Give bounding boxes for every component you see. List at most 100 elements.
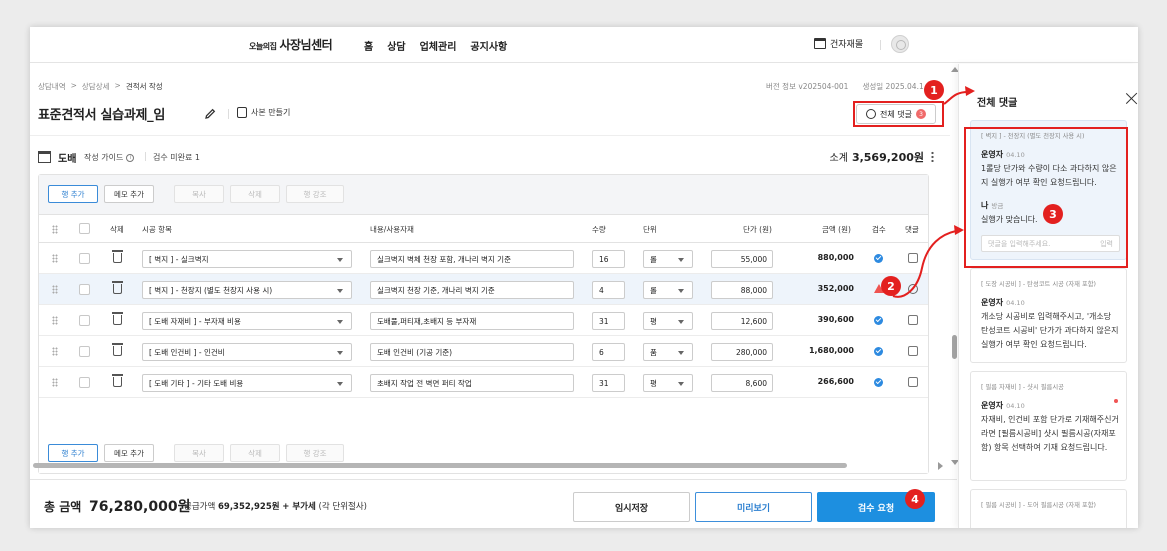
unit-price-input[interactable]: 8,600 — [711, 374, 773, 392]
quantity-input[interactable]: 6 — [592, 343, 625, 361]
material-mall-label: 건자재몰 — [830, 40, 864, 50]
unit-select[interactable]: 롤 — [643, 250, 693, 268]
unit-value: 평 — [650, 378, 657, 388]
close-icon[interactable] — [1125, 92, 1138, 105]
copy-row-button[interactable]: 복사 — [174, 444, 224, 462]
construction-item-select[interactable]: [ 도배 인건비 ] - 인건비 — [142, 343, 352, 361]
row-checkbox[interactable] — [79, 284, 90, 295]
scroll-thumb[interactable] — [952, 335, 957, 359]
scroll-thumb[interactable] — [33, 463, 847, 468]
make-copy-button[interactable]: 사본 만들기 — [237, 107, 290, 118]
table-row[interactable]: [ 도배 기타 ] - 기타 도배 비용 초배지 작업 전 벽면 퍼티 작업 3… — [39, 367, 928, 398]
edit-icon[interactable] — [908, 253, 918, 263]
construction-item-select[interactable]: [ 벽지 ] - 천장지 (별도 천장지 사용 시) — [142, 281, 352, 299]
select-all-checkbox[interactable] — [79, 223, 90, 234]
breadcrumb-item[interactable]: 상담상세 — [82, 81, 110, 92]
trash-icon[interactable] — [112, 312, 123, 325]
trash-icon[interactable] — [112, 343, 123, 356]
table-row[interactable]: [ 도배 인건비 ] - 인건비 도배 인건비 (기공 기준) 6 품 280,… — [39, 336, 928, 367]
horizontal-scrollbar[interactable] — [30, 462, 943, 470]
brand-logo[interactable]: 오늘의집 사장님센터 — [249, 36, 333, 53]
preview-button[interactable]: 미리보기 — [695, 492, 812, 522]
content-input[interactable]: 도배 인건비 (기공 기준) — [370, 343, 574, 361]
copy-row-button[interactable]: 복사 — [174, 185, 224, 203]
content-input[interactable]: 초배지 작업 전 벽면 퍼티 작업 — [370, 374, 574, 392]
drag-handle-icon[interactable] — [52, 316, 58, 325]
drag-handle-icon[interactable] — [52, 254, 58, 263]
quantity-input[interactable]: 4 — [592, 281, 625, 299]
scroll-right-icon[interactable] — [938, 462, 943, 470]
construction-item-value: [ 벽지 ] - 천장지 (별도 천장지 사용 시) — [149, 285, 273, 295]
unit-select[interactable]: 평 — [643, 374, 693, 392]
content-input[interactable]: 실크벽지 벽체 천장 포함, 개나리 벽지 기준 — [370, 250, 574, 268]
unit-select[interactable]: 롤 — [643, 281, 693, 299]
add-row-button[interactable]: 행 추가 — [48, 444, 98, 462]
supply-label: 공급가액 — [184, 502, 216, 512]
unit-price-input[interactable]: 88,000 — [711, 281, 773, 299]
nav-home[interactable]: 홈 — [364, 38, 373, 53]
unit-price-input[interactable]: 280,000 — [711, 343, 773, 361]
breadcrumb-item[interactable]: 상담내역 — [38, 81, 66, 92]
amount-value: 1,680,000 — [808, 346, 854, 355]
edit-icon[interactable] — [908, 315, 918, 325]
table-row[interactable]: [ 도배 자재비 ] - 부자재 비용 도배풀,퍼티재,초배지 등 부자재 31… — [39, 305, 928, 336]
row-checkbox[interactable] — [79, 315, 90, 326]
table-row[interactable]: [ 벽지 ] - 천장지 (별도 천장지 사용 시) 실크벽지 천장 기준, 개… — [39, 274, 928, 305]
subtotal-label: 소계 — [829, 153, 848, 164]
nav-consult[interactable]: 상담 — [387, 38, 405, 53]
nav-divider — [880, 40, 881, 50]
material-mall-link[interactable]: 건자재몰 — [814, 37, 863, 50]
highlight-row-button[interactable]: 행 강조 — [286, 185, 344, 203]
quantity-input[interactable]: 16 — [592, 250, 625, 268]
supply-detail: 공급가액 69,352,925원 + 부가세 (각 단위절사) — [184, 500, 367, 512]
quantity-input[interactable]: 31 — [592, 374, 625, 392]
delete-row-button[interactable]: 삭제 — [230, 185, 280, 203]
content-input[interactable]: 도배풀,퍼티재,초배지 등 부자재 — [370, 312, 574, 330]
unit-price-input[interactable]: 12,600 — [711, 312, 773, 330]
comment-body: 개소당 시공비로 입력해주시고, '개소당 탄성코트 시공비' 단가가 과다하지… — [981, 312, 1119, 349]
trash-icon[interactable] — [112, 281, 123, 294]
brand-main: 사장님센터 — [279, 38, 333, 52]
trash-icon[interactable] — [112, 250, 123, 263]
trash-icon[interactable] — [112, 374, 123, 387]
add-memo-button[interactable]: 메모 추가 — [104, 444, 154, 462]
add-row-button[interactable]: 행 추가 — [48, 185, 98, 203]
highlight-row-button[interactable]: 행 강조 — [286, 444, 344, 462]
nav-business[interactable]: 업체관리 — [420, 38, 457, 53]
comment-thread[interactable]: [ 도장 시공비 ] - 탄성코트 시공 (자재 포함) 운영자 04.10 개소… — [970, 268, 1127, 363]
row-checkbox[interactable] — [79, 377, 90, 388]
row-checkbox[interactable] — [79, 346, 90, 357]
edit-icon[interactable] — [908, 346, 918, 356]
app-window: 오늘의집 사장님센터 홈 상담 업체관리 공지사항 건자재몰 상담내역 > 상담… — [30, 27, 1138, 528]
delete-row-button[interactable]: 삭제 — [230, 444, 280, 462]
user-avatar[interactable] — [891, 35, 909, 53]
temp-save-button[interactable]: 임시저장 — [573, 492, 690, 522]
vat-label: + 부가세 — [282, 502, 316, 512]
comment-date: 04.10 — [1006, 402, 1025, 410]
content-input[interactable]: 실크벽지 천장 기준, 개나리 벽지 기준 — [370, 281, 574, 299]
drag-handle-icon[interactable] — [52, 378, 58, 387]
nav-notice[interactable]: 공지사항 — [470, 38, 507, 53]
writing-guide-link[interactable]: 작성 가이드 i — [84, 152, 135, 163]
row-checkbox[interactable] — [79, 253, 90, 264]
edit-icon[interactable] — [908, 377, 918, 387]
table-row[interactable]: [ 벽지 ] - 실크벽지 실크벽지 벽체 천장 포함, 개나리 벽지 기준 1… — [39, 243, 928, 274]
construction-item-select[interactable]: [ 벽지 ] - 실크벽지 — [142, 250, 352, 268]
unit-price-input[interactable]: 55,000 — [711, 250, 773, 268]
drag-handle-icon[interactable] — [52, 285, 58, 294]
quantity-input[interactable]: 31 — [592, 312, 625, 330]
unit-select[interactable]: 평 — [643, 312, 693, 330]
construction-item-select[interactable]: [ 도배 자재비 ] - 부자재 비용 — [142, 312, 352, 330]
comment-thread[interactable]: [ 필름 시공비 ] - 도어 필름시공 (자재 포함) — [970, 489, 1127, 528]
pencil-icon[interactable] — [204, 108, 216, 120]
amount-value: 352,000 — [817, 284, 854, 293]
add-memo-button[interactable]: 메모 추가 — [104, 185, 154, 203]
unit-select[interactable]: 품 — [643, 343, 693, 361]
construction-item-select[interactable]: [ 도배 기타 ] - 기타 도배 비용 — [142, 374, 352, 392]
comment-icon[interactable] — [908, 284, 918, 294]
drag-handle-icon[interactable] — [52, 347, 58, 356]
more-options-icon[interactable] — [931, 151, 934, 162]
brand-sub: 오늘의집 — [249, 42, 277, 51]
copy-icon — [237, 107, 247, 118]
comment-thread[interactable]: [ 필름 자재비 ] - 샷시 필름시공 운영자 04.10 자재비, 인건비 포… — [970, 371, 1127, 481]
